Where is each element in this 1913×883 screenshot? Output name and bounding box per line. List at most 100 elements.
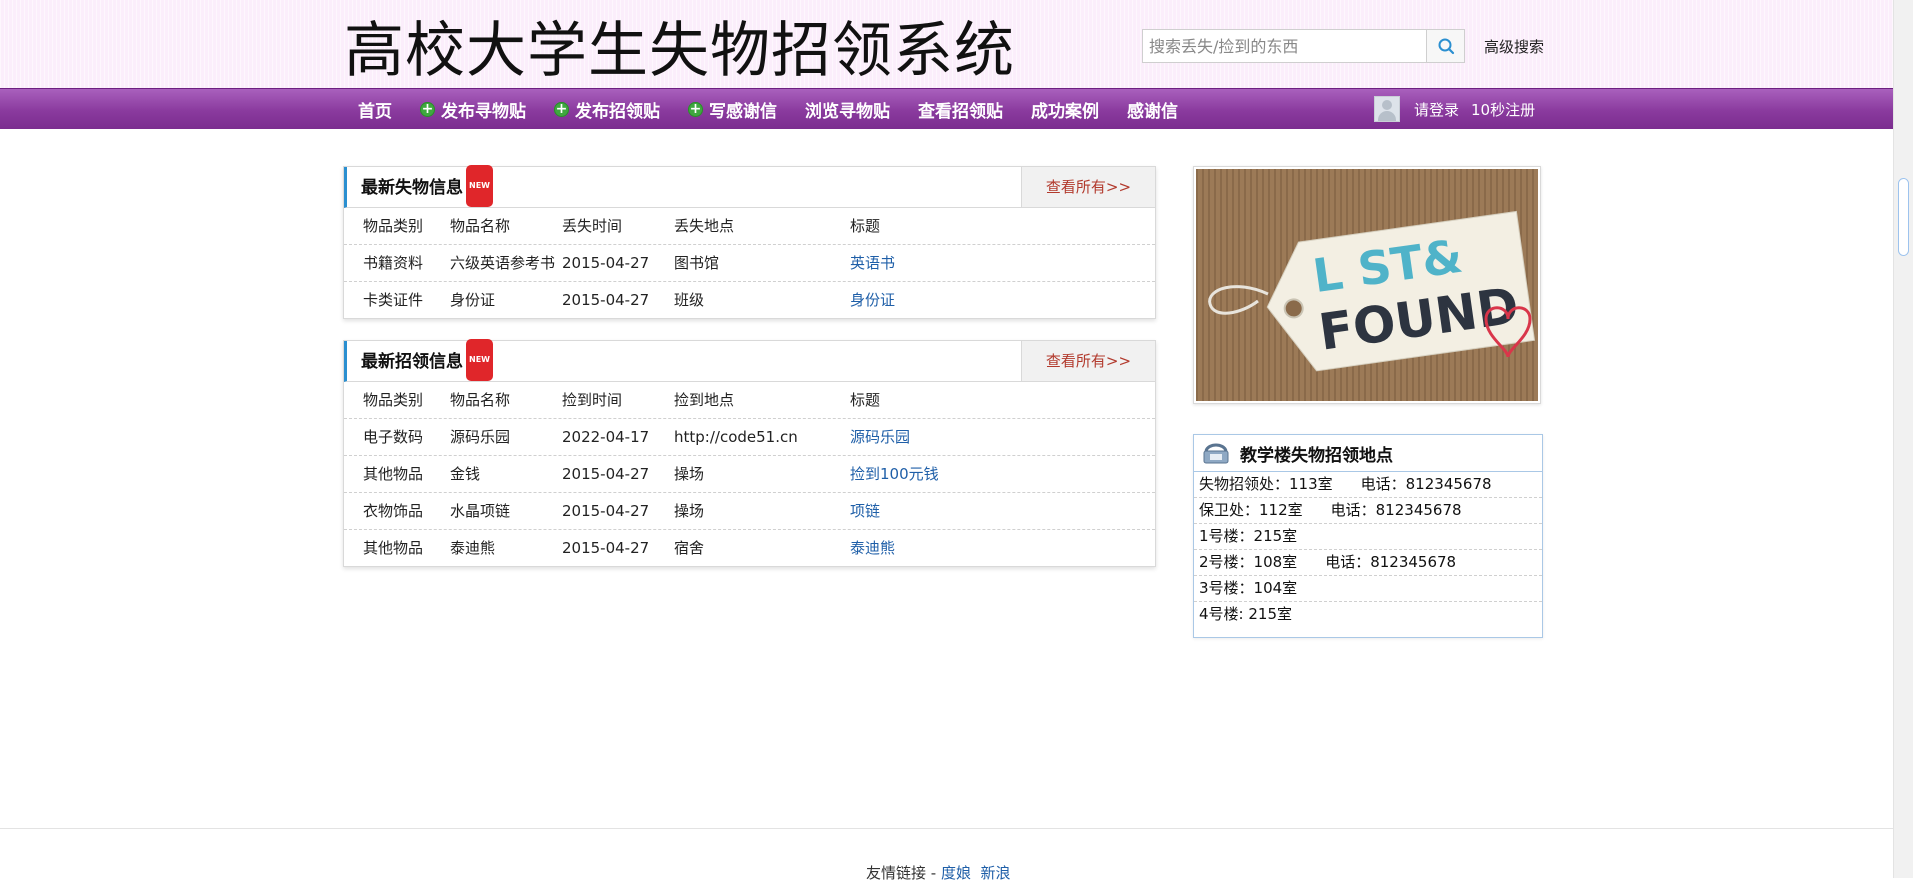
location-item: 2号楼：108室 电话：812345678 [1194, 550, 1542, 576]
new-badge-icon: NEW [466, 165, 493, 207]
table-row: 衣物饰品 水晶项链 2015-04-27 操场 项链 [344, 493, 1155, 530]
nav-home[interactable]: 首页 [344, 89, 406, 129]
location-place: 1号楼：215室 [1199, 527, 1298, 545]
site-title: 高校大学生失物招领系统 [344, 16, 1015, 86]
table-row: 其他物品 泰迪熊 2015-04-27 宿舍 泰迪熊 [344, 530, 1155, 566]
register-link[interactable]: 10秒注册 [1471, 99, 1535, 120]
location-phone: 电话：812345678 [1360, 475, 1492, 493]
nav-label: 首页 [358, 101, 392, 122]
footer-link-baidu[interactable]: 度娘 [941, 864, 971, 882]
item-date: 2015-04-27 [562, 254, 650, 272]
column-header: 丢失时间 [562, 217, 623, 235]
item-category: 电子数码 [363, 428, 424, 446]
item-name: 源码乐园 [450, 428, 511, 446]
found-items-panel: 最新招领信息 NEW 查看所有>> 物品类别 物品名称 捡到时间 捡到地点 标题 … [343, 339, 1156, 567]
nav-success-cases[interactable]: 成功案例 [1017, 89, 1113, 129]
nav-post-found[interactable]: + 发布招领贴 [540, 89, 674, 129]
item-category: 其他物品 [363, 465, 424, 483]
page-scrollbar[interactable] [1893, 0, 1913, 878]
nav-label: 发布寻物贴 [441, 101, 526, 122]
item-title-link[interactable]: 捡到100元钱 [850, 465, 939, 483]
lost-items-panel: 最新失物信息 NEW 查看所有>> 物品类别 物品名称 丢失时间 丢失地点 标题 … [343, 165, 1156, 319]
nav-browse-lost[interactable]: 浏览寻物贴 [791, 89, 904, 129]
item-category: 书籍资料 [363, 254, 424, 272]
location-item: 1号楼：215室 [1194, 524, 1542, 550]
table-row: 书籍资料 六级英语参考书 2015-04-27 图书馆 英语书 [344, 245, 1155, 282]
table-row: 卡类证件 身份证 2015-04-27 班级 身份证 [344, 282, 1155, 318]
login-link[interactable]: 请登录 [1414, 99, 1459, 120]
plus-icon: + [554, 100, 569, 117]
footer: 友情链接 - 度娘 新浪 [866, 862, 1011, 883]
column-header: 标题 [850, 217, 881, 235]
item-title-link[interactable]: 项链 [850, 502, 880, 520]
phone-icon [1203, 443, 1229, 464]
nav-view-found[interactable]: 查看招领贴 [904, 89, 1017, 129]
item-date: 2015-04-27 [562, 539, 650, 557]
item-category: 其他物品 [363, 539, 424, 557]
nav-post-lost[interactable]: + 发布寻物贴 [406, 89, 540, 129]
search-box [1142, 29, 1465, 63]
table-header-row: 物品类别 物品名称 捡到时间 捡到地点 标题 [344, 382, 1155, 419]
location-place: 失物招领处：113室 [1199, 475, 1333, 493]
table-header-row: 物品类别 物品名称 丢失时间 丢失地点 标题 [344, 208, 1155, 245]
main-nav: 首页 + 发布寻物贴 + 发布招领贴 + 写感谢信 浏览寻物贴 查看招领贴 成功案例 … [0, 88, 1893, 129]
locations-header: 教学楼失物招领地点 [1194, 435, 1542, 472]
column-header: 物品类别 [363, 391, 424, 409]
panel-title-text: 最新招领信息 [361, 352, 463, 372]
item-name: 水晶项链 [450, 502, 511, 520]
nav-label: 感谢信 [1127, 101, 1178, 122]
view-all-found-link[interactable]: 查看所有>> [1021, 341, 1155, 381]
footer-divider [0, 828, 1893, 829]
table-row: 电子数码 源码乐园 2022-04-17 http://code51.cn 源码… [344, 419, 1155, 456]
plus-icon: + [688, 100, 703, 117]
item-name: 六级英语参考书 [450, 254, 556, 272]
item-title-link[interactable]: 英语书 [850, 254, 895, 272]
item-location: 班级 [674, 291, 705, 309]
item-location: 操场 [674, 502, 705, 520]
plus-icon: + [420, 100, 435, 117]
item-date: 2015-04-27 [562, 291, 650, 309]
column-header: 捡到时间 [562, 391, 623, 409]
location-place: 2号楼：108室 [1199, 553, 1298, 571]
column-header: 标题 [850, 391, 881, 409]
panel-title: 最新招领信息 NEW [361, 339, 493, 383]
item-title-link[interactable]: 源码乐园 [850, 428, 910, 446]
location-item: 失物招领处：113室 电话：812345678 [1194, 472, 1542, 498]
avatar-icon [1374, 96, 1400, 122]
panel-header: 最新招领信息 NEW 查看所有>> [344, 339, 1155, 383]
nav-label: 成功案例 [1031, 101, 1099, 122]
search-icon [1438, 38, 1454, 55]
location-place: 保卫处：112室 [1199, 501, 1303, 519]
lost-found-image: L ST& FOUND [1196, 169, 1538, 401]
nav-label: 浏览寻物贴 [805, 101, 890, 122]
locations-box: 教学楼失物招领地点 失物招领处：113室 电话：812345678 保卫处：112… [1193, 434, 1543, 638]
search-button[interactable] [1426, 30, 1464, 62]
scrollbar-thumb[interactable] [1898, 178, 1909, 256]
nav-write-thanks[interactable]: + 写感谢信 [674, 89, 791, 129]
item-date: 2015-04-27 [562, 502, 650, 520]
lost-and-found-banner: L ST& FOUND [1193, 166, 1541, 404]
item-title-link[interactable]: 身份证 [850, 291, 895, 309]
header: 高校大学生失物招领系统 高级搜索 [0, 0, 1893, 88]
panel-title: 最新失物信息 NEW [361, 165, 493, 209]
item-name: 身份证 [450, 291, 496, 309]
nav-label: 查看招领贴 [918, 101, 1003, 122]
column-header: 丢失地点 [674, 217, 735, 235]
nav-thank-letters[interactable]: 感谢信 [1113, 89, 1192, 129]
item-date: 2015-04-27 [562, 465, 650, 483]
footer-link-sina[interactable]: 新浪 [981, 864, 1011, 882]
item-location: 操场 [674, 465, 705, 483]
panel-title-text: 最新失物信息 [361, 178, 463, 198]
location-item: 保卫处：112室 电话：812345678 [1194, 498, 1542, 524]
search-input[interactable] [1143, 30, 1428, 62]
column-header: 物品类别 [363, 217, 424, 235]
advanced-search-link[interactable]: 高级搜索 [1484, 36, 1544, 57]
nav-label: 发布招领贴 [575, 101, 660, 122]
location-phone: 电话：812345678 [1330, 501, 1462, 519]
location-place: 4号楼: 215室 [1199, 605, 1292, 623]
new-badge-icon: NEW [466, 339, 493, 381]
table-row: 其他物品 金钱 2015-04-27 操场 捡到100元钱 [344, 456, 1155, 493]
column-header: 捡到地点 [674, 391, 735, 409]
view-all-lost-link[interactable]: 查看所有>> [1021, 167, 1155, 207]
item-title-link[interactable]: 泰迪熊 [850, 539, 895, 557]
